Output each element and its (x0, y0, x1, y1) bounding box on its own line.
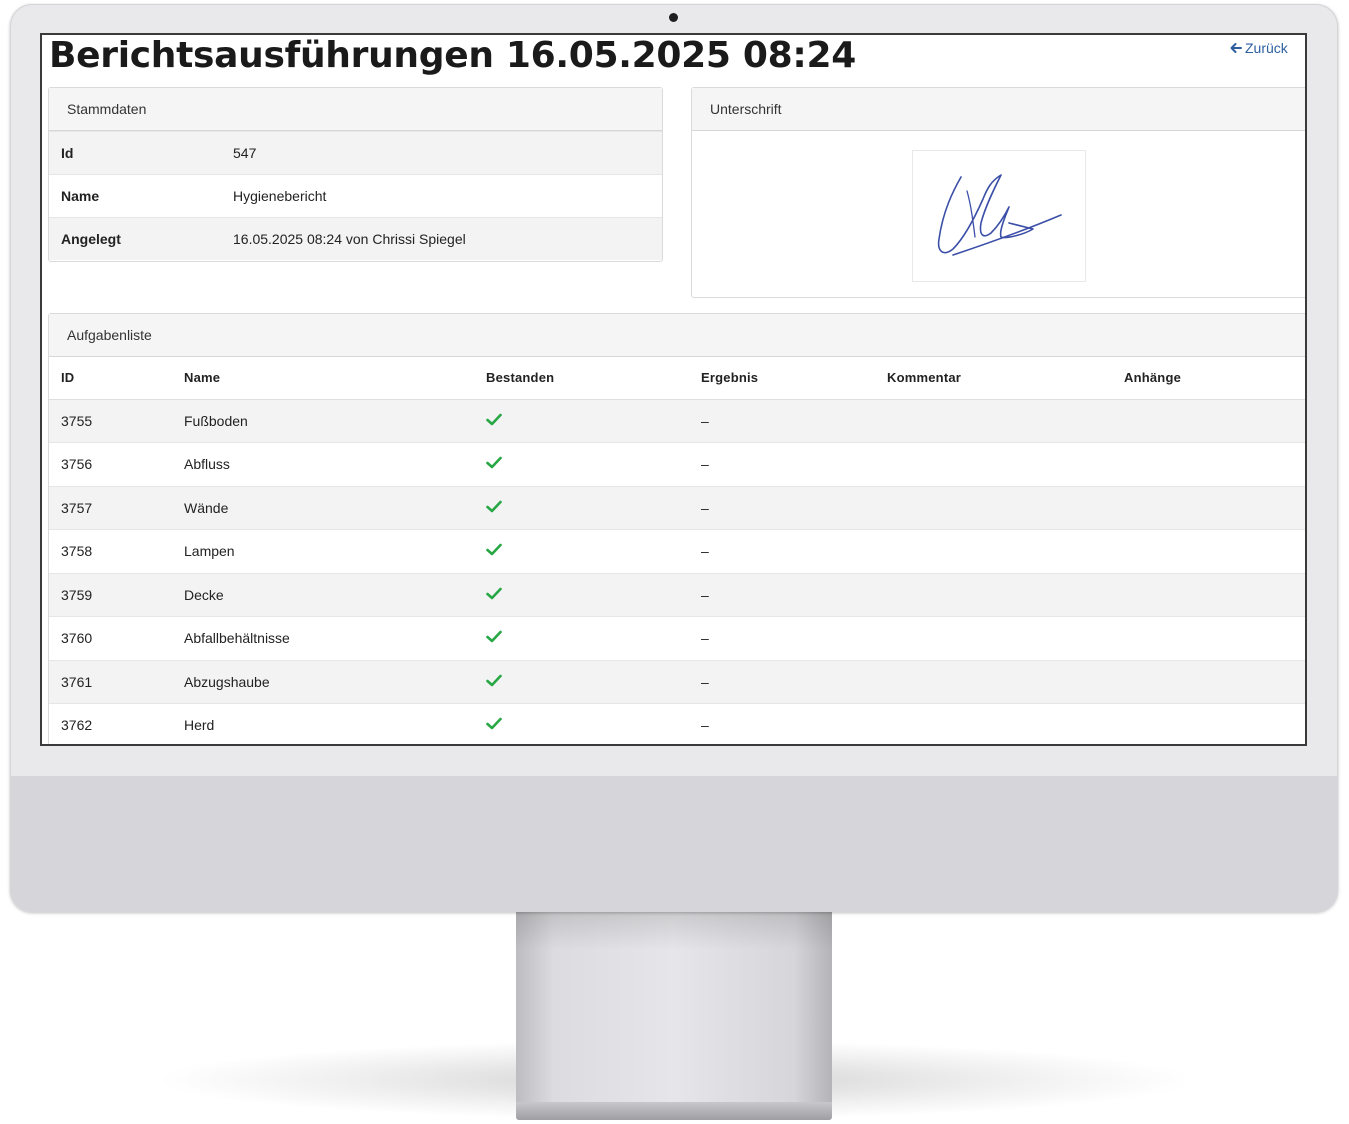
kv-key: Angelegt (61, 231, 121, 247)
tasks-heading: Aufgabenliste (49, 314, 1305, 357)
tasks-panel: Aufgabenliste ID Name Bestanden Ergebnis… (48, 313, 1305, 744)
cell-attachments (1112, 399, 1305, 443)
cell-result: – (689, 703, 875, 744)
cell-id: 3756 (49, 442, 172, 487)
cell-attachments (1112, 660, 1305, 704)
kv-row-name: Name Hygienebericht (49, 174, 662, 217)
cell-name: Abzugshaube (172, 660, 474, 704)
cell-passed (474, 703, 689, 744)
col-header-name[interactable]: Name (172, 357, 474, 400)
cell-comment (875, 399, 1112, 443)
monitor-chin (10, 776, 1338, 912)
check-icon (486, 717, 502, 730)
cell-result: – (689, 660, 875, 704)
cell-id: 3760 (49, 616, 172, 661)
kv-key: Id (61, 145, 74, 161)
cell-comment (875, 573, 1112, 617)
cell-attachments (1112, 529, 1305, 574)
stand-shade (516, 910, 832, 950)
cell-result: – (689, 399, 875, 443)
cell-comment (875, 660, 1112, 704)
col-header-bestanden[interactable]: Bestanden (474, 357, 689, 400)
check-icon (486, 587, 502, 600)
signature-image (912, 150, 1086, 282)
cell-passed (474, 529, 689, 574)
table-row[interactable]: 3755 Fußboden – (49, 399, 1305, 443)
cell-name: Abfluss (172, 442, 474, 487)
cell-id: 3759 (49, 573, 172, 617)
col-header-kommentar[interactable]: Kommentar (875, 357, 1112, 400)
cell-attachments (1112, 486, 1305, 530)
cell-name: Wände (172, 486, 474, 530)
cell-comment (875, 486, 1112, 530)
cell-result: – (689, 616, 875, 661)
signature-heading: Unterschrift (692, 88, 1305, 131)
cell-result: – (689, 529, 875, 574)
col-header-anhaenge[interactable]: Anhänge (1112, 357, 1305, 400)
page-title: Berichtsausführungen 16.05.2025 08:24 (49, 35, 856, 76)
kv-row-angelegt: Angelegt 16.05.2025 08:24 von Chrissi Sp… (49, 217, 662, 260)
cell-result: – (689, 573, 875, 617)
table-row[interactable]: 3759 Decke – (49, 573, 1305, 617)
cell-id: 3755 (49, 399, 172, 443)
cell-name: Decke (172, 573, 474, 617)
col-header-id[interactable]: ID (49, 357, 172, 400)
check-icon (486, 674, 502, 687)
kv-value: Hygienebericht (233, 188, 327, 204)
stammdaten-heading: Stammdaten (49, 88, 662, 131)
col-header-ergebnis[interactable]: Ergebnis (689, 357, 875, 400)
cell-id: 3762 (49, 703, 172, 744)
cell-id: 3761 (49, 660, 172, 704)
check-icon (486, 456, 502, 469)
cell-attachments (1112, 442, 1305, 487)
camera-icon (669, 13, 678, 22)
cell-comment (875, 529, 1112, 574)
cell-attachments (1112, 573, 1305, 617)
table-header-row: ID Name Bestanden Ergebnis Kommentar Anh… (49, 357, 1305, 400)
cell-name: Abfallbehältnisse (172, 616, 474, 661)
table-row[interactable]: 3762 Herd – (49, 703, 1305, 744)
check-icon (486, 630, 502, 643)
table-row[interactable]: 3761 Abzugshaube – (49, 660, 1305, 704)
cell-name: Herd (172, 703, 474, 744)
cell-id: 3758 (49, 529, 172, 574)
table-row[interactable]: 3757 Wände – (49, 486, 1305, 530)
kv-key: Name (61, 188, 100, 204)
back-link[interactable]: Zurück (1230, 40, 1288, 56)
signature-drawing (937, 174, 1062, 256)
device-mockup: Berichtsausführungen 16.05.2025 08:24 Zu… (0, 0, 1349, 1124)
arrow-left-icon (1230, 43, 1242, 53)
cell-comment (875, 442, 1112, 487)
check-icon (486, 543, 502, 556)
cell-passed (474, 573, 689, 617)
kv-value: 547 (233, 145, 257, 161)
cell-name: Fußboden (172, 399, 474, 443)
cell-result: – (689, 486, 875, 530)
back-link-label: Zurück (1245, 40, 1288, 56)
cell-passed (474, 486, 689, 530)
cell-id: 3757 (49, 486, 172, 530)
cell-attachments (1112, 616, 1305, 661)
check-icon (486, 500, 502, 513)
cell-passed (474, 442, 689, 487)
signature-panel: Unterschrift (691, 87, 1305, 298)
cell-passed (474, 616, 689, 661)
cell-result: – (689, 442, 875, 487)
table-row[interactable]: 3758 Lampen – (49, 529, 1305, 574)
cell-passed (474, 660, 689, 704)
cell-name: Lampen (172, 529, 474, 574)
tasks-table: ID Name Bestanden Ergebnis Kommentar Anh… (49, 357, 1305, 744)
cell-comment (875, 616, 1112, 661)
cell-attachments (1112, 703, 1305, 744)
kv-row-id: Id 547 (49, 131, 662, 174)
monitor-stand-base (516, 1102, 832, 1120)
table-row[interactable]: 3756 Abfluss – (49, 442, 1305, 487)
screen: Berichtsausführungen 16.05.2025 08:24 Zu… (40, 33, 1307, 746)
check-icon (486, 413, 502, 426)
cell-comment (875, 703, 1112, 744)
kv-value: 16.05.2025 08:24 von Chrissi Spiegel (233, 231, 466, 247)
table-row[interactable]: 3760 Abfallbehältnisse – (49, 616, 1305, 661)
cell-passed (474, 399, 689, 443)
stammdaten-panel: Stammdaten Id 547 Name Hygienebericht An… (48, 87, 663, 262)
